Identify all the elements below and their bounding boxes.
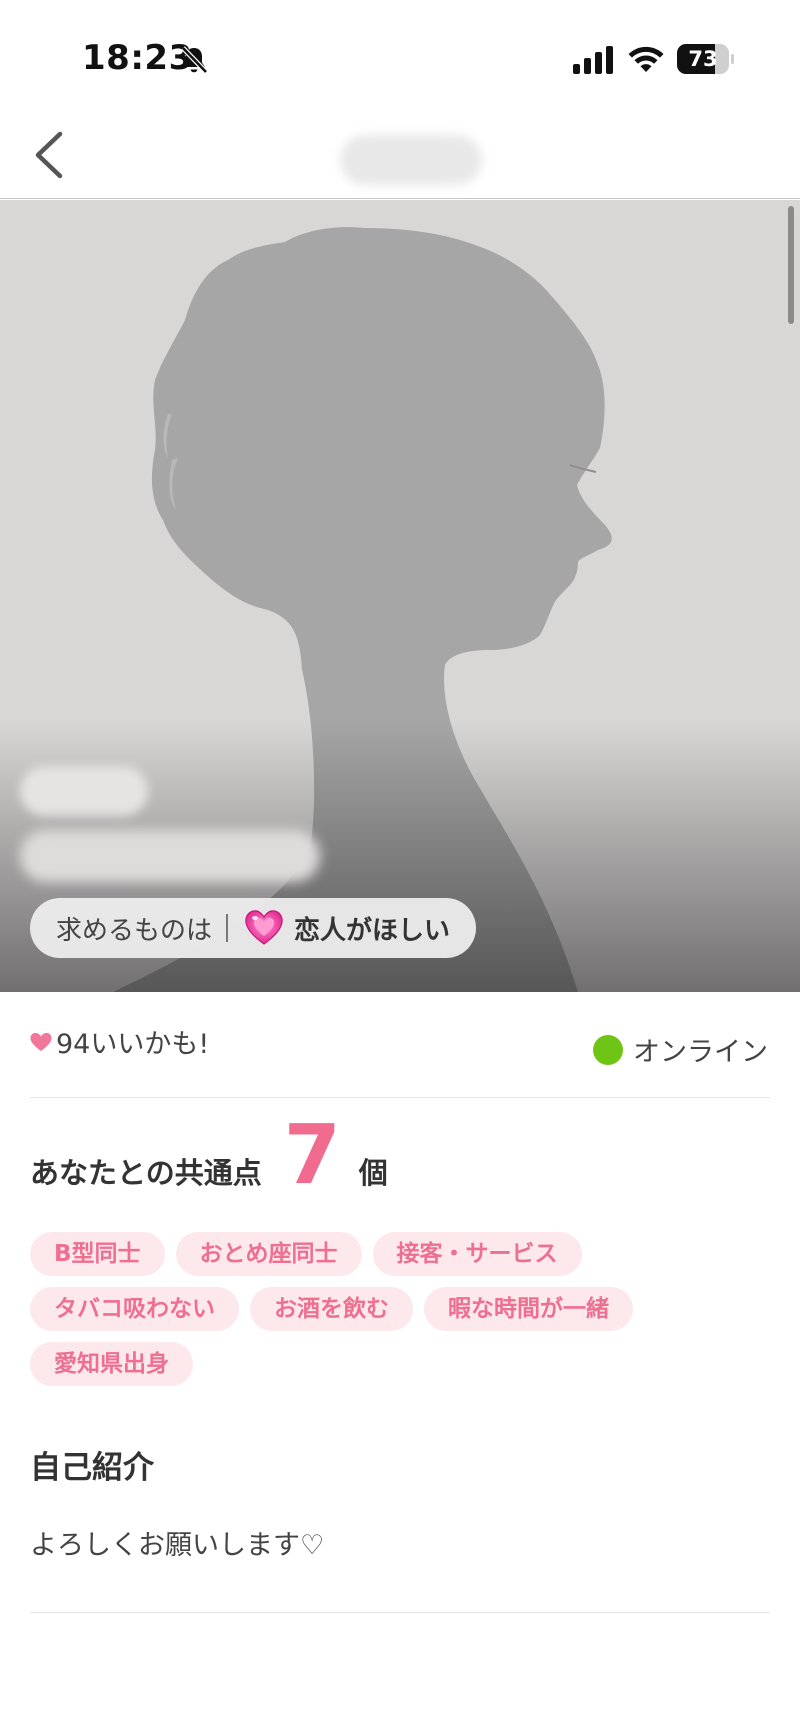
common-points-header: あなたとの共通点 7 個 bbox=[30, 1115, 388, 1197]
bell-slash-icon bbox=[181, 46, 208, 74]
common-tag[interactable]: 愛知県出身 bbox=[30, 1342, 193, 1386]
common-points-unit: 個 bbox=[358, 1156, 388, 1190]
blurred-name bbox=[20, 766, 148, 816]
online-status: オンライン bbox=[593, 1030, 768, 1069]
common-tag[interactable]: 暇な時間が一緒 bbox=[424, 1287, 633, 1331]
heart-icon bbox=[30, 1032, 52, 1051]
common-tags: B型同士 おとめ座同士 接客・サービス タバコ吸わない お酒を飲む 暇な時間が一… bbox=[30, 1232, 770, 1397]
separator bbox=[226, 914, 229, 942]
common-points-label: あなたとの共通点 bbox=[30, 1156, 262, 1190]
divider bbox=[30, 1097, 770, 1098]
common-tag[interactable]: 接客・サービス bbox=[372, 1232, 582, 1276]
blurred-username bbox=[340, 135, 482, 185]
blurred-age-location bbox=[20, 830, 320, 882]
self-intro-title: 自己紹介 bbox=[30, 1450, 154, 1486]
common-tag[interactable]: おとめ座同士 bbox=[175, 1232, 362, 1276]
looking-for-label: 求めるものは bbox=[56, 915, 213, 946]
likes-count: 94いいかも! bbox=[30, 1022, 209, 1061]
scroll-indicator[interactable] bbox=[788, 206, 794, 324]
divider bbox=[30, 1612, 770, 1613]
common-tag[interactable]: B型同士 bbox=[30, 1232, 165, 1276]
navigation-bar bbox=[0, 110, 800, 199]
likes-text: 94いいかも! bbox=[56, 1029, 210, 1060]
looking-for-badge: 求めるものは 恋人がほしい bbox=[30, 898, 477, 958]
tag-row: B型同士 おとめ座同士 接客・サービス bbox=[30, 1232, 770, 1276]
online-dot-icon bbox=[593, 1034, 623, 1065]
status-bar: 18:23 73 bbox=[0, 0, 800, 110]
cellular-signal-icon bbox=[573, 46, 613, 74]
wifi-icon bbox=[628, 46, 664, 72]
chevron-left-icon[interactable] bbox=[30, 128, 74, 182]
battery-level-text: 73 bbox=[688, 47, 718, 71]
tag-row: 愛知県出身 bbox=[30, 1342, 770, 1386]
battery-icon: 73 bbox=[677, 44, 734, 74]
common-tag[interactable]: タバコ吸わない bbox=[30, 1287, 239, 1331]
sparkling-heart-icon bbox=[245, 910, 283, 945]
tag-row: タバコ吸わない お酒を飲む 暇な時間が一緒 bbox=[30, 1287, 770, 1331]
self-intro-text: よろしくお願いします♡ bbox=[30, 1530, 325, 1561]
common-points-count: 7 bbox=[283, 1108, 341, 1203]
online-text: オンライン bbox=[633, 1037, 768, 1068]
status-time: 18:23 bbox=[82, 38, 193, 78]
common-tag[interactable]: お酒を飲む bbox=[250, 1287, 413, 1331]
looking-for-value: 恋人がほしい bbox=[294, 915, 451, 946]
